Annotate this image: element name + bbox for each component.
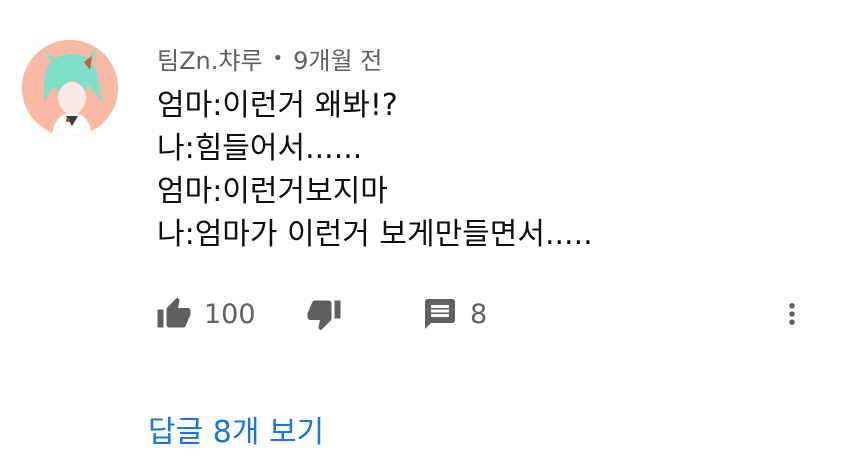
comment-actions: 100 8 [0,290,852,338]
comment-line: 나:힘들어서...... [157,131,363,166]
comment-header: 팀Zn.챠루 • 9개월 전 [157,38,382,78]
comment-line: 엄마:이런거 왜봐!? [157,88,398,123]
more-vert-icon [778,296,806,332]
comment-timestamp[interactable]: 9개월 전 [293,41,382,76]
avatar-image [22,40,118,136]
like-button[interactable]: 100 [156,290,256,338]
avatar[interactable] [22,40,118,136]
comment-icon [422,296,458,332]
author-name[interactable]: 팀Zn.챠루 [157,41,263,76]
reply-count: 8 [470,298,488,330]
reply-button[interactable]: 8 [422,290,487,338]
comment-line: 엄마:이런거보지마 [157,174,388,209]
thumb-down-icon [306,296,342,332]
comment-text: 엄마:이런거 왜봐!? 나:힘들어서...... 엄마:이런거보지마 나:엄마가… [157,84,817,256]
comment-line: 나:엄마가 이런거 보게만들면서..... [157,217,593,252]
header-separator: • [272,47,284,69]
view-replies-link[interactable]: 답글 8개 보기 [148,406,324,452]
like-count: 100 [204,298,256,330]
more-options-button[interactable] [778,290,806,338]
dislike-button[interactable] [306,290,342,338]
thumb-up-icon [156,296,192,332]
